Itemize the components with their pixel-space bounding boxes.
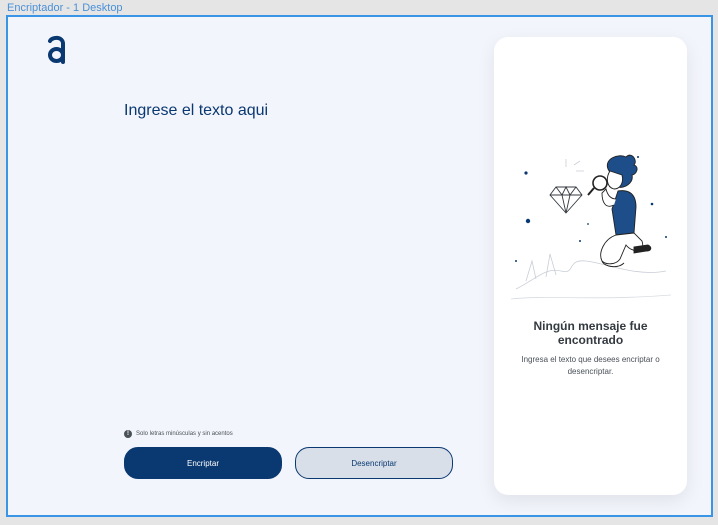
- no-message-title: Ningún mensaje fue encontrado: [533, 319, 648, 347]
- person-magnifying-glass-illustration: [510, 154, 672, 300]
- input-note: ! Solo letras minúsculas y sin acentos: [124, 430, 233, 438]
- text-input-placeholder[interactable]: Ingrese el texto aqui: [124, 102, 268, 120]
- decrypt-button[interactable]: Desencriptar: [295, 447, 453, 479]
- info-icon: !: [124, 430, 132, 438]
- desktop-frame: Ingrese el texto aqui ! Solo letras minú…: [6, 15, 713, 517]
- alura-logo-icon[interactable]: [46, 35, 68, 65]
- encrypt-button[interactable]: Encriptar: [124, 447, 282, 479]
- output-panel: Ningún mensaje fue encontrado Ingresa el…: [494, 37, 687, 495]
- frame-label: Encriptador - 1 Desktop: [7, 2, 123, 14]
- input-note-text: Solo letras minúsculas y sin acentos: [136, 431, 233, 437]
- no-message-description: Ingresa el texto que desees encriptar o …: [521, 355, 660, 376]
